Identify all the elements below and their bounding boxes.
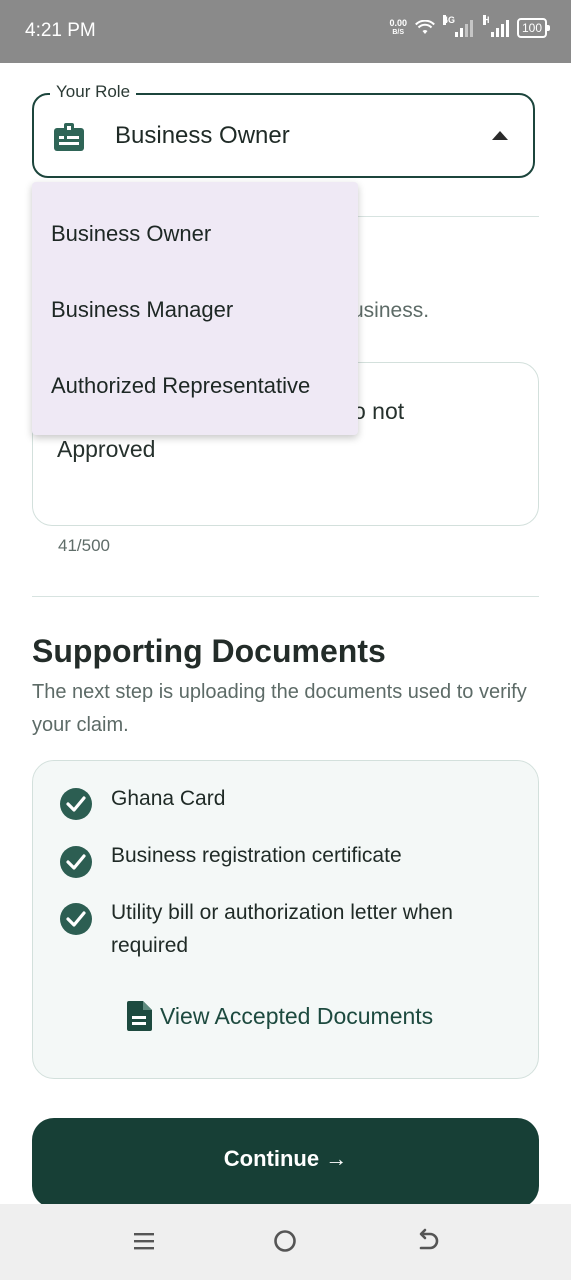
section-title: Supporting Documents	[32, 633, 386, 669]
navigation-bar	[0, 1204, 571, 1280]
partial-description-text: usiness.	[352, 299, 430, 322]
document-item: Ghana Card	[111, 787, 226, 810]
check-circle-icon	[60, 903, 92, 935]
wifi-icon	[415, 20, 435, 34]
document-item: Utility bill or authorization letter whe…	[111, 901, 453, 957]
signal-4g-icon: 4G	[442, 15, 473, 37]
status-icons: 0.00 B/S 4G H 100	[389, 15, 551, 38]
battery-icon: 100	[516, 18, 551, 38]
back-icon[interactable]	[412, 1226, 442, 1256]
dropdown-option-business-owner[interactable]: Business Owner	[51, 221, 211, 247]
id-badge-icon	[54, 123, 84, 151]
check-circle-icon	[60, 846, 92, 878]
document-icon	[127, 1001, 152, 1031]
check-circle-icon	[60, 788, 92, 820]
document-item: Business registration certificate	[111, 844, 402, 867]
role-field-label: Your Role	[50, 82, 137, 102]
view-accepted-documents-link[interactable]: View Accepted Documents	[126, 1000, 433, 1032]
net-speed-indicator: 0.00 B/S	[389, 18, 407, 37]
status-bar: 4:21 PM 0.00 B/S 4G H 100	[0, 0, 571, 63]
description-partial-line: o not	[353, 398, 405, 424]
character-counter: 41/500	[58, 536, 110, 555]
role-dropdown-menu: Business Owner Business Manager Authoriz…	[32, 182, 358, 435]
role-selected-value: Business Owner	[115, 122, 290, 149]
description-line-2: Approved	[57, 436, 156, 462]
signal-h-icon: H	[482, 15, 509, 37]
continue-button[interactable]: Continue →	[32, 1118, 539, 1208]
status-time: 4:21 PM	[25, 20, 96, 41]
recent-apps-icon[interactable]	[129, 1226, 159, 1256]
view-accepted-documents-label: View Accepted Documents	[160, 1002, 434, 1029]
divider	[32, 596, 539, 597]
caret-up-icon[interactable]	[492, 131, 508, 140]
section-subtitle: The next step is uploading the documents…	[32, 681, 527, 736]
dropdown-option-business-manager[interactable]: Business Manager	[51, 297, 233, 323]
home-icon[interactable]	[270, 1226, 300, 1256]
dropdown-option-authorized-representative[interactable]: Authorized Representative	[51, 373, 310, 399]
